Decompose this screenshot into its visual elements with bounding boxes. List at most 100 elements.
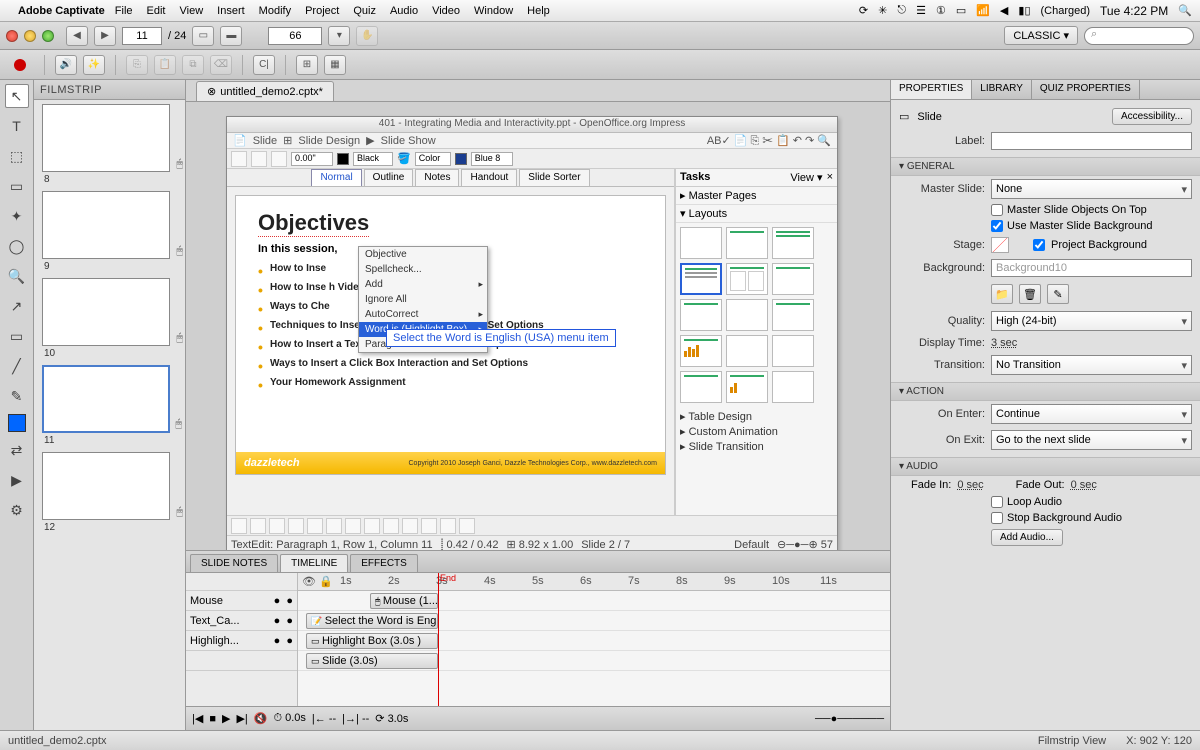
widget-tool[interactable]: ⚙ [5,498,29,522]
bg-field[interactable] [991,259,1192,277]
chk-loop-audio[interactable] [991,496,1003,508]
fill-color[interactable] [8,414,26,432]
menu-quiz[interactable]: Quiz [353,5,376,17]
ctx-spellcheck[interactable]: Spellcheck... [359,262,487,277]
zoom-slider[interactable]: ──●────── [815,713,884,725]
mute-button[interactable]: 🔇 [254,712,268,725]
filmstrip-thumb[interactable]: 🖱 [42,104,170,172]
filmstrip-thumb[interactable]: 🖱 [42,452,170,520]
layout-thumb[interactable] [772,263,814,295]
anim-tool[interactable]: ▶ [5,468,29,492]
track-slide[interactable] [186,651,297,671]
draw-tool[interactable] [326,518,342,534]
grid-button[interactable]: ⊞ [296,55,318,75]
clip-mouse[interactable]: 🖱 Mouse (1.... [370,593,438,609]
track-mouse[interactable]: Mouse● ● [186,591,297,611]
filmstrip-thumb[interactable]: 🖱 [42,278,170,346]
copy-button[interactable]: ⎘ [126,55,148,75]
menu-insert[interactable]: Insert [217,5,245,17]
layout-thumb[interactable] [680,299,722,331]
paste-button[interactable]: 📋 [154,55,176,75]
chk-stop-bg-audio[interactable] [991,512,1003,524]
label-field[interactable] [991,132,1192,150]
draw-tool[interactable] [269,518,285,534]
clip-text-caption[interactable]: 📝 Select the Word is English ... [306,613,438,629]
imp-btn[interactable] [251,151,267,167]
clip-highlight[interactable]: ▭ Highlight Box (3.0s ) [306,633,438,649]
draw-tool[interactable] [231,518,247,534]
chk-master-objects[interactable] [991,204,1003,216]
volume-icon[interactable]: ◀ [1000,4,1008,17]
arrow-tool[interactable]: ↖ [5,84,29,108]
menu-edit[interactable]: Edit [147,5,166,17]
status-icon-2[interactable]: ☰ [916,4,926,17]
tasks-layouts[interactable]: ▾ Layouts [676,205,837,223]
wand-button[interactable]: ✨ [83,55,105,75]
app-name[interactable]: Adobe Captivate [18,5,105,17]
layout-thumb[interactable] [772,371,814,403]
layout-thumb[interactable] [726,371,768,403]
spotlight-icon[interactable]: 🔍 [1178,4,1192,17]
menu-audio[interactable]: Audio [390,5,418,17]
close-tab-icon[interactable]: ⊗ [207,85,216,98]
color-black-sw[interactable] [337,153,349,165]
layout-thumb-selected[interactable] [680,263,722,295]
clip-slide[interactable]: ▭ Slide (3.0s) [306,653,438,669]
layout-thumb[interactable] [772,227,814,259]
text-tool[interactable]: T [5,114,29,138]
view-mode-1[interactable]: ▭ [192,26,214,46]
menu-file[interactable]: File [115,5,133,17]
minimize-window[interactable] [24,30,36,42]
tab-quiz[interactable]: QUIZ PROPERTIES [1032,80,1140,99]
pencil-tool[interactable]: ✎ [5,384,29,408]
clock[interactable]: Tue 4:22 PM [1100,4,1168,18]
tab-library[interactable]: LIBRARY [972,80,1032,99]
section-audio[interactable]: AUDIO [891,457,1200,476]
quality-select[interactable]: High (24-bit) [991,311,1192,331]
ctx-autocorrect[interactable]: AutoCorrect [359,307,487,322]
section-action[interactable]: ACTION [891,382,1200,401]
document-tab[interactable]: ⊗ untitled_demo2.cptx* [196,81,334,101]
wifi-icon[interactable]: 📶 [976,4,990,17]
section-general[interactable]: GENERAL [891,157,1200,176]
onenter-select[interactable]: Continue [991,404,1192,424]
time-marker-1[interactable]: |← -- [312,713,336,725]
time-marker-2[interactable]: |→| -- [342,713,369,725]
layout-thumb[interactable] [680,227,722,259]
trash-icon[interactable]: 🗑 [1019,284,1041,304]
timeline-ruler-area[interactable]: 👁 🔒 1s2s3s4s5s6s7s8s9s10s11s 🖱 Mouse (1.… [298,573,890,706]
tasks-view[interactable]: View ▾ [790,171,822,184]
stage-color[interactable] [991,237,1009,253]
tasks-master[interactable]: ▸ Master Pages [676,187,837,205]
bluetooth-icon[interactable]: ✳ [878,4,887,17]
view-mode-2[interactable]: ▬ [220,26,242,46]
draw-tool[interactable] [288,518,304,534]
slide-canvas[interactable]: 401 - Integrating Media and Interactivit… [226,116,838,550]
layout-thumb[interactable] [726,263,768,295]
draw-tool[interactable] [402,518,418,534]
play-button[interactable]: ▶ [222,712,230,725]
filmstrip-thumb[interactable]: 🖱 [42,191,170,259]
zoom-field[interactable] [268,27,322,45]
task-link[interactable]: ▸ Slide Transition [680,439,833,454]
tab-effects[interactable]: EFFECTS [350,554,418,572]
button-tool[interactable]: ▭ [5,324,29,348]
menu-view[interactable]: View [180,5,204,17]
display-icon[interactable]: ▭ [956,4,966,17]
tab-timeline[interactable]: TIMELINE [280,554,348,572]
draw-tool[interactable] [440,518,456,534]
tab-properties[interactable]: PROPERTIES [891,80,972,99]
sync-icon[interactable]: ⟳ [859,4,868,17]
ctx-ignore[interactable]: Ignore All [359,292,487,307]
swap-color[interactable]: ⇄ [5,438,29,462]
line-tool[interactable]: ╱ [5,354,29,378]
fadein-value[interactable]: 0 sec [957,479,983,491]
rollover-tool[interactable]: ◯ [5,234,29,258]
add-audio-button[interactable]: Add Audio... [991,529,1063,546]
menu-modify[interactable]: Modify [259,5,291,17]
layout-thumb[interactable] [726,299,768,331]
battery-icon[interactable]: ▮▯ [1018,4,1030,17]
layout-thumb[interactable] [726,335,768,367]
zoom-tool[interactable]: 🔍 [5,264,29,288]
playhead[interactable] [438,573,439,706]
